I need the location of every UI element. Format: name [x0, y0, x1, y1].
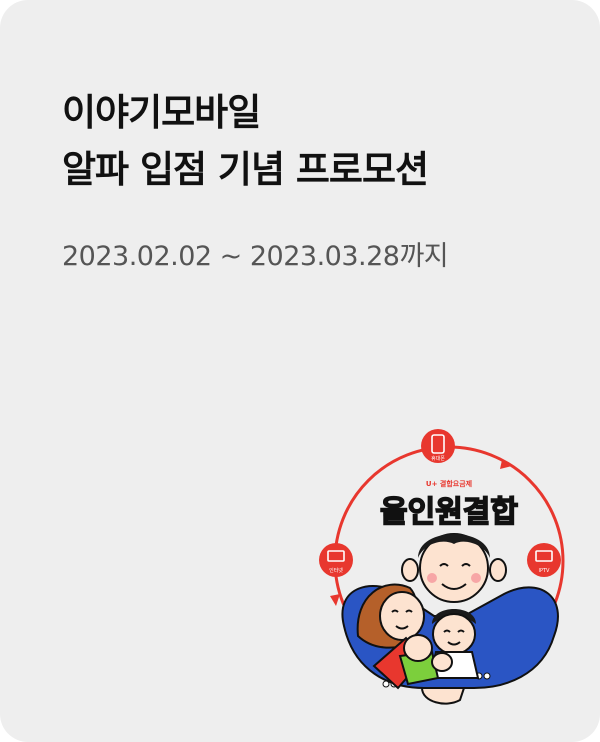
child-face — [432, 613, 476, 655]
allinone-illustration: 휴대폰 인터넷 IPTV U+ 결합요금제 올인원결합 — [314, 426, 584, 726]
illustration-subtitle: U+ 결합요금제 — [426, 479, 472, 488]
promo-title: 이야기모바일 알파 입점 기념 프로모션 — [62, 84, 582, 198]
mother-face — [379, 591, 425, 641]
phone-label: 휴대폰 — [431, 455, 445, 462]
promo-card[interactable]: 이야기모바일 알파 입점 기념 프로모션 2023.02.02 ~ 2023.0… — [0, 0, 600, 742]
internet-label: 인터넷 — [329, 567, 343, 574]
promo-title-line1: 이야기모바일 — [62, 91, 261, 134]
ring-arrow-icon — [330, 594, 340, 606]
promo-period: 2023.02.02 ~ 2023.03.28까지 — [62, 241, 449, 272]
illustration-headline: 올인원결합 — [380, 495, 518, 530]
baby-face — [403, 634, 433, 662]
iptv-label: IPTV — [539, 568, 551, 574]
promo-title-line2: 알파 입점 기념 프로모션 — [62, 148, 429, 191]
